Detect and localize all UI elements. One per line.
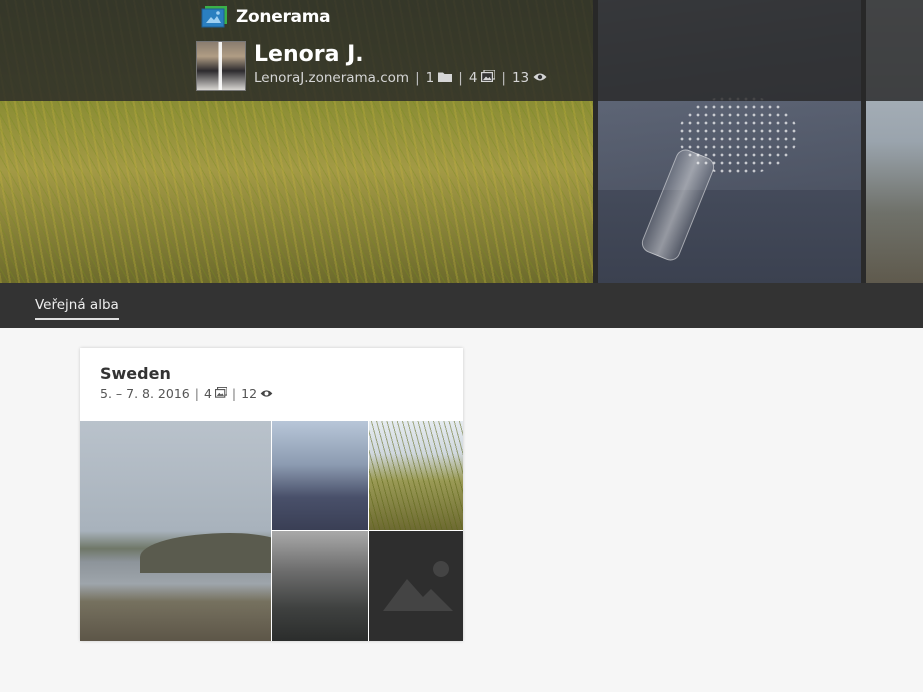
album-photo-shore[interactable] xyxy=(80,421,271,641)
album-photo-water[interactable] xyxy=(272,531,368,641)
profile-info: Lenora J. LenoraJ.zonerama.com | 1 | 4 |… xyxy=(254,41,547,91)
tab-public-albums[interactable]: Veřejná alba xyxy=(35,297,119,320)
views-count: 13 xyxy=(511,70,530,86)
meta-separator: | xyxy=(231,386,237,401)
photos-icon xyxy=(214,386,228,401)
photos-count: 4 xyxy=(468,70,478,86)
zonerama-logo-icon xyxy=(200,4,230,30)
album-photo-placeholder xyxy=(369,531,463,641)
meta-separator: | xyxy=(194,386,199,401)
stats-separator: | xyxy=(458,70,463,86)
album-photo-shore-hill xyxy=(140,533,271,573)
folder-icon xyxy=(438,70,453,86)
album-card[interactable]: Sweden 5. – 7. 8. 2016 | 4 | 12 xyxy=(80,348,463,641)
stats-separator: | xyxy=(415,70,420,86)
photos-icon xyxy=(481,69,497,86)
brand-logo[interactable]: Zonerama xyxy=(200,4,331,30)
avatar[interactable] xyxy=(196,41,246,91)
album-card-header: Sweden 5. – 7. 8. 2016 | 4 | 12 xyxy=(100,364,273,401)
eye-icon xyxy=(260,386,273,401)
tab-bar: Veřejná alba xyxy=(0,283,923,328)
album-dates: 5. – 7. 8. 2016 xyxy=(100,386,190,401)
albums-count: 1 xyxy=(425,70,435,86)
stats-separator: | xyxy=(501,70,506,86)
profile-name: Lenora J. xyxy=(254,42,364,67)
profile-header: Lenora J. LenoraJ.zonerama.com | 1 | 4 |… xyxy=(196,41,547,91)
cover-banner: Zonerama Lenora J. LenoraJ.zonerama.com … xyxy=(0,0,923,283)
album-meta: 5. – 7. 8. 2016 | 4 | 12 xyxy=(100,386,273,401)
image-placeholder-icon xyxy=(383,559,453,616)
eye-icon xyxy=(533,70,547,86)
album-title[interactable]: Sweden xyxy=(100,364,273,383)
album-photo-grass[interactable] xyxy=(369,421,463,530)
album-views-count: 12 xyxy=(241,386,258,401)
album-photos-count: 4 xyxy=(203,386,212,401)
album-photo-jar[interactable] xyxy=(272,421,368,530)
profile-stats: LenoraJ.zonerama.com | 1 | 4 | 13 xyxy=(254,69,547,86)
profile-url[interactable]: LenoraJ.zonerama.com xyxy=(254,70,409,86)
brand-name: Zonerama xyxy=(236,7,331,27)
